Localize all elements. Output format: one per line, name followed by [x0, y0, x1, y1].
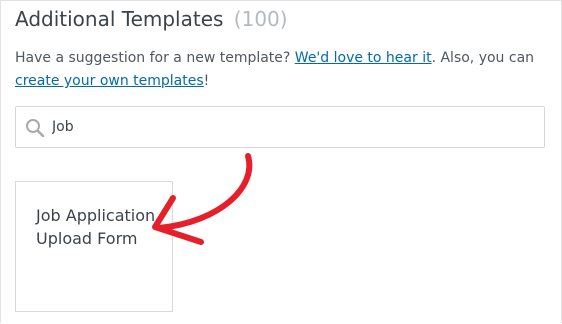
- template-search-input[interactable]: [52, 113, 532, 141]
- create-templates-link[interactable]: create your own templates: [15, 73, 204, 89]
- search-icon: [26, 119, 45, 138]
- suggest-template-link[interactable]: We'd love to hear it: [295, 50, 432, 66]
- section-title-text: Additional Templates: [15, 7, 224, 31]
- suggestion-text-after: !: [203, 73, 210, 89]
- suggestion-text-middle: . Also, you can: [431, 50, 535, 66]
- additional-templates-panel: Additional Templates (100) Have a sugges…: [0, 0, 562, 323]
- curved-arrow-icon: [152, 153, 253, 245]
- template-search-box[interactable]: [15, 106, 545, 148]
- suggestion-text-before: Have a suggestion for a new template?: [15, 50, 295, 66]
- template-count: (100): [233, 7, 288, 31]
- template-suggestion-text: Have a suggestion for a new template? We…: [15, 47, 545, 93]
- section-title: Additional Templates (100): [15, 7, 288, 31]
